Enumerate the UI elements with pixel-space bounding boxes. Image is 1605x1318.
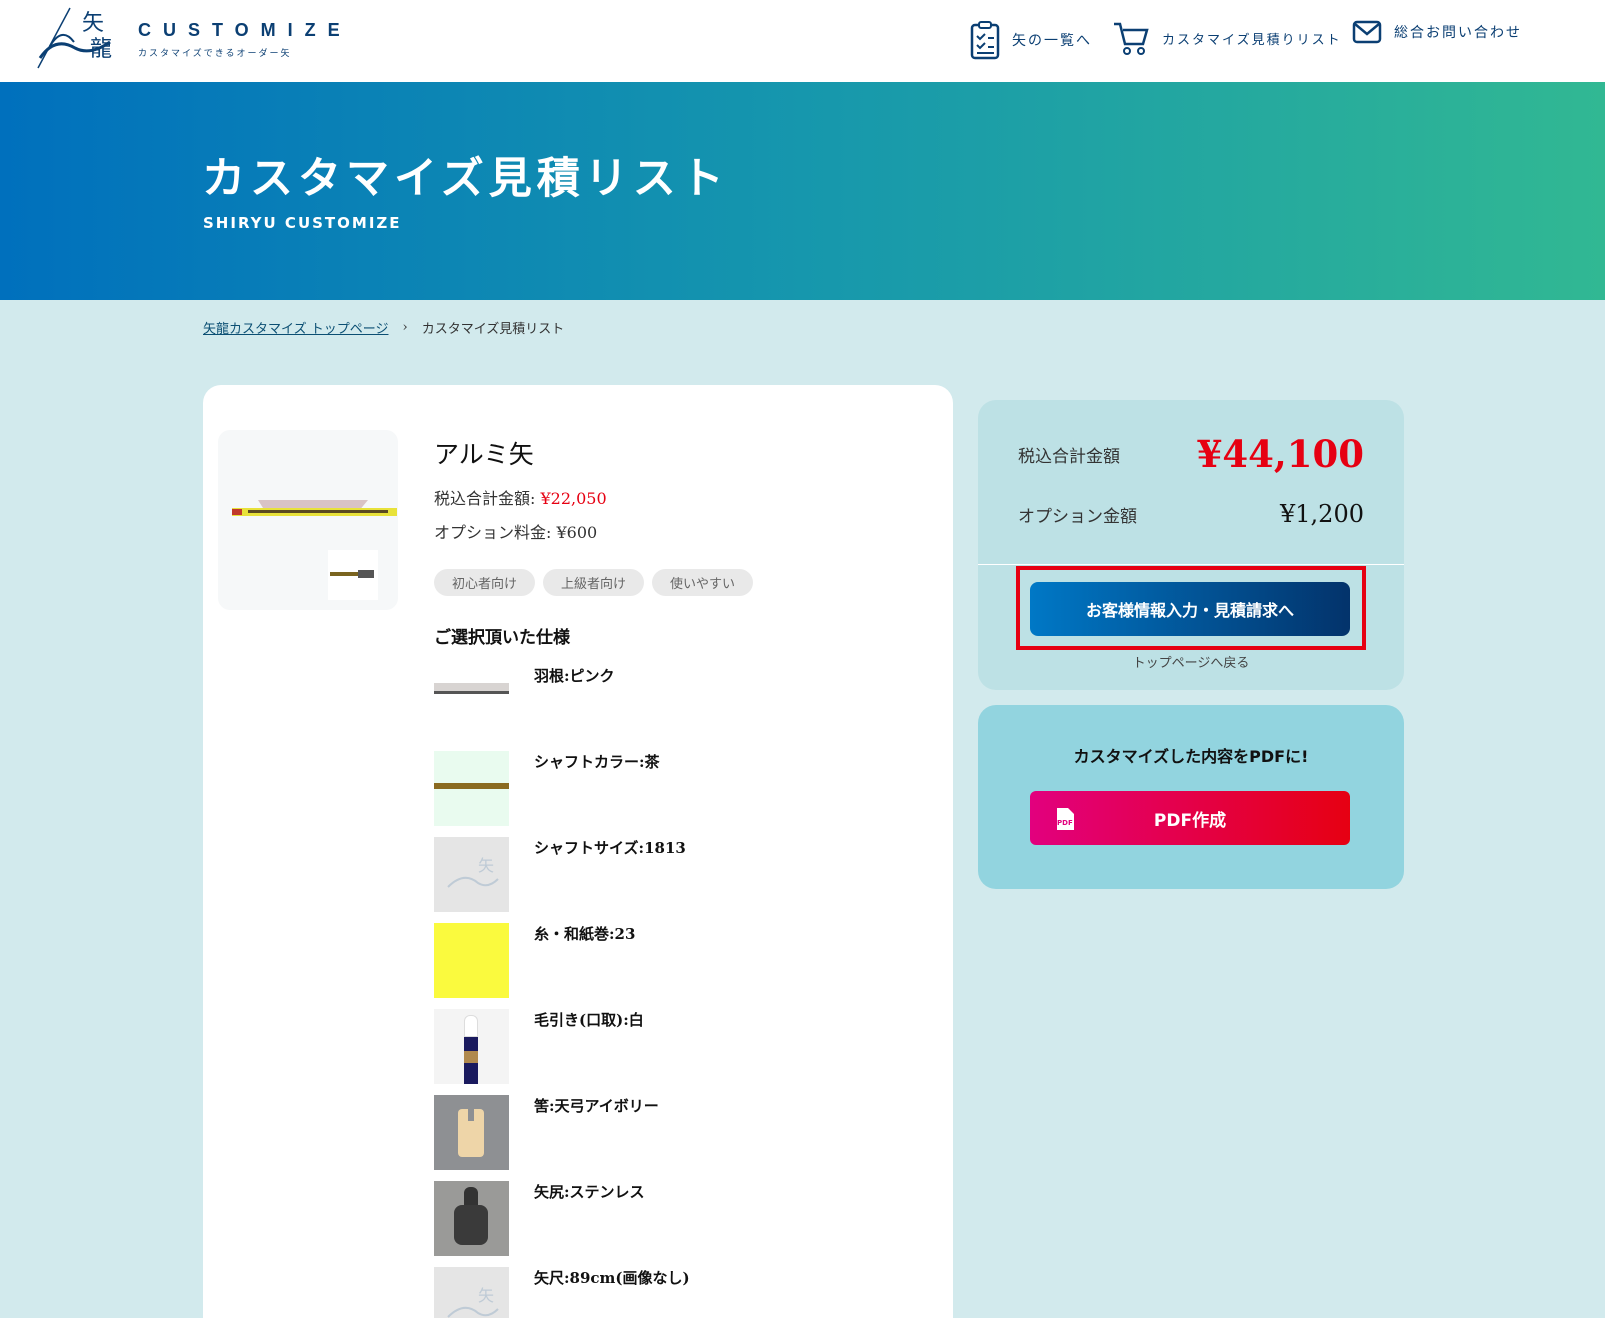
- spec-item: 矢 矢尺:89cm(画像なし): [434, 1267, 934, 1318]
- site-header: 矢 龍 CUSTOMIZE カスタマイズできるオーダー矢 矢の一覧へ カスタマイ…: [0, 0, 1605, 82]
- svg-text:龍: 龍: [90, 37, 112, 62]
- product-price-label: 税込合計金額:: [434, 489, 536, 508]
- nav-contact[interactable]: 総合お問い合わせ: [1352, 20, 1522, 44]
- back-to-top-link[interactable]: トップページへ戻る: [978, 652, 1404, 671]
- product-name: アルミ矢: [434, 440, 534, 469]
- create-pdf-label: PDF作成: [1153, 810, 1227, 831]
- spec-item: 毛引き(口取):白: [434, 1009, 934, 1085]
- brand-subtitle: カスタマイズできるオーダー矢: [138, 49, 292, 59]
- spec-section-title: ご選択頂いた仕様: [434, 628, 570, 648]
- total-label: 税込合計金額: [1018, 446, 1120, 467]
- spec-item: シャフトカラー:茶: [434, 751, 934, 827]
- svg-text:矢: 矢: [478, 856, 494, 875]
- pdf-file-icon: PDF: [1057, 808, 1074, 830]
- shiryu-logo[interactable]: 矢 龍: [30, 6, 120, 74]
- tag: 上級者向け: [543, 569, 645, 596]
- spec-item: 筈:天弓アイボリー: [434, 1095, 934, 1171]
- spec-swatch-arrowhead: [434, 1181, 509, 1256]
- product-thumbnail[interactable]: [328, 550, 378, 600]
- spec-label: 矢尺:89cm(画像なし): [534, 1269, 690, 1287]
- option-row: オプション金額 ¥1,200: [1018, 500, 1364, 528]
- nav-estimate-list[interactable]: カスタマイズ見積りリスト: [1112, 20, 1342, 56]
- clipboard-list-icon: [970, 21, 1000, 60]
- spec-item: 矢 シャフトサイズ:1813: [434, 837, 934, 913]
- brand[interactable]: CUSTOMIZE カスタマイズできるオーダー矢: [138, 20, 352, 59]
- nav-arrow-list-label: 矢の一覧へ: [1012, 33, 1092, 49]
- pdf-panel: カスタマイズした内容をPDFに! PDF PDF作成: [978, 705, 1404, 889]
- spec-item: 矢尻:ステンレス: [434, 1181, 934, 1257]
- spec-item: 糸・和紙巻:23: [434, 923, 934, 999]
- spec-swatch-feather: [434, 665, 509, 740]
- product-price: 税込合計金額: ¥22,050: [434, 485, 607, 509]
- mail-icon: [1352, 20, 1382, 44]
- spec-swatch-placeholder-logo: 矢: [434, 1267, 509, 1318]
- page-subtitle: SHIRYU CUSTOMIZE: [203, 214, 402, 232]
- placeholder-logo-icon: 矢: [447, 1286, 499, 1318]
- placeholder-logo-icon: 矢: [447, 856, 499, 888]
- breadcrumb-home-link[interactable]: 矢龍カスタマイズ トップページ: [203, 318, 388, 337]
- product-option-price: オプション料金: ¥600: [434, 519, 597, 543]
- option-label: オプション金額: [1018, 506, 1137, 527]
- cart-icon: [1114, 22, 1149, 55]
- spec-label: 糸・和紙巻:23: [534, 925, 636, 943]
- pdf-icon-text: PDF: [1057, 819, 1073, 827]
- product-option-value: ¥600: [556, 523, 598, 542]
- nav-contact-label: 総合お問い合わせ: [1394, 25, 1522, 41]
- nav-arrow-list[interactable]: 矢の一覧へ: [970, 20, 1092, 60]
- spec-swatch-placeholder-logo: 矢: [434, 837, 509, 912]
- spec-label: シャフトサイズ:1813: [534, 839, 686, 857]
- create-pdf-button[interactable]: PDF PDF作成: [1030, 791, 1350, 845]
- svg-text:矢: 矢: [82, 11, 104, 36]
- spec-label: 矢尻:ステンレス: [534, 1183, 645, 1201]
- breadcrumb-current: カスタマイズ見積リスト: [421, 322, 565, 337]
- spec-label: 毛引き(口取):白: [534, 1011, 644, 1029]
- estimate-summary: 税込合計金額 ¥44,100 オプション金額 ¥1,200 お客様情報入力・見積…: [978, 400, 1404, 690]
- total-value: ¥44,100: [1196, 432, 1364, 476]
- spec-swatch-shaft-color: [434, 751, 509, 826]
- product-card: アルミ矢 税込合計金額: ¥22,050 オプション料金: ¥600 初心者向け…: [203, 385, 953, 1318]
- hero-banner: カスタマイズ見積リスト SHIRYU CUSTOMIZE: [0, 82, 1605, 300]
- svg-text:矢: 矢: [478, 1286, 494, 1305]
- tag: 初心者向け: [434, 569, 536, 596]
- product-tags: 初心者向け 上級者向け 使いやすい: [434, 569, 754, 596]
- spec-swatch-nock: [434, 1095, 509, 1170]
- spec-label: 羽根:ピンク: [534, 667, 615, 685]
- spec-item: 羽根:ピンク: [434, 665, 934, 741]
- spec-swatch-thread: [434, 923, 509, 998]
- arrow-tip-thumbnail: [330, 570, 374, 578]
- total-row: 税込合計金額 ¥44,100: [1018, 432, 1364, 476]
- page-title: カスタマイズ見積リスト: [202, 154, 729, 204]
- pdf-panel-title: カスタマイズした内容をPDFに!: [1073, 747, 1309, 766]
- summary-divider: [978, 564, 1404, 565]
- request-estimate-button[interactable]: お客様情報入力・見積請求へ: [1030, 582, 1350, 636]
- product-option-label: オプション料金:: [434, 523, 552, 542]
- tag: 使いやすい: [652, 569, 754, 596]
- option-value: ¥1,200: [1280, 500, 1364, 528]
- nav-estimate-list-label: カスタマイズ見積りリスト: [1162, 32, 1342, 48]
- breadcrumb-separator: ›: [402, 320, 408, 335]
- breadcrumb: 矢龍カスタマイズ トップページ › カスタマイズ見積リスト: [203, 318, 564, 337]
- brand-title: CUSTOMIZE: [138, 20, 352, 40]
- spec-swatch-kebiki: [434, 1009, 509, 1084]
- product-price-value: ¥22,050: [540, 489, 607, 508]
- product-image[interactable]: [218, 430, 398, 610]
- spec-label: 筈:天弓アイボリー: [534, 1097, 659, 1115]
- spec-label: シャフトカラー:茶: [534, 753, 660, 771]
